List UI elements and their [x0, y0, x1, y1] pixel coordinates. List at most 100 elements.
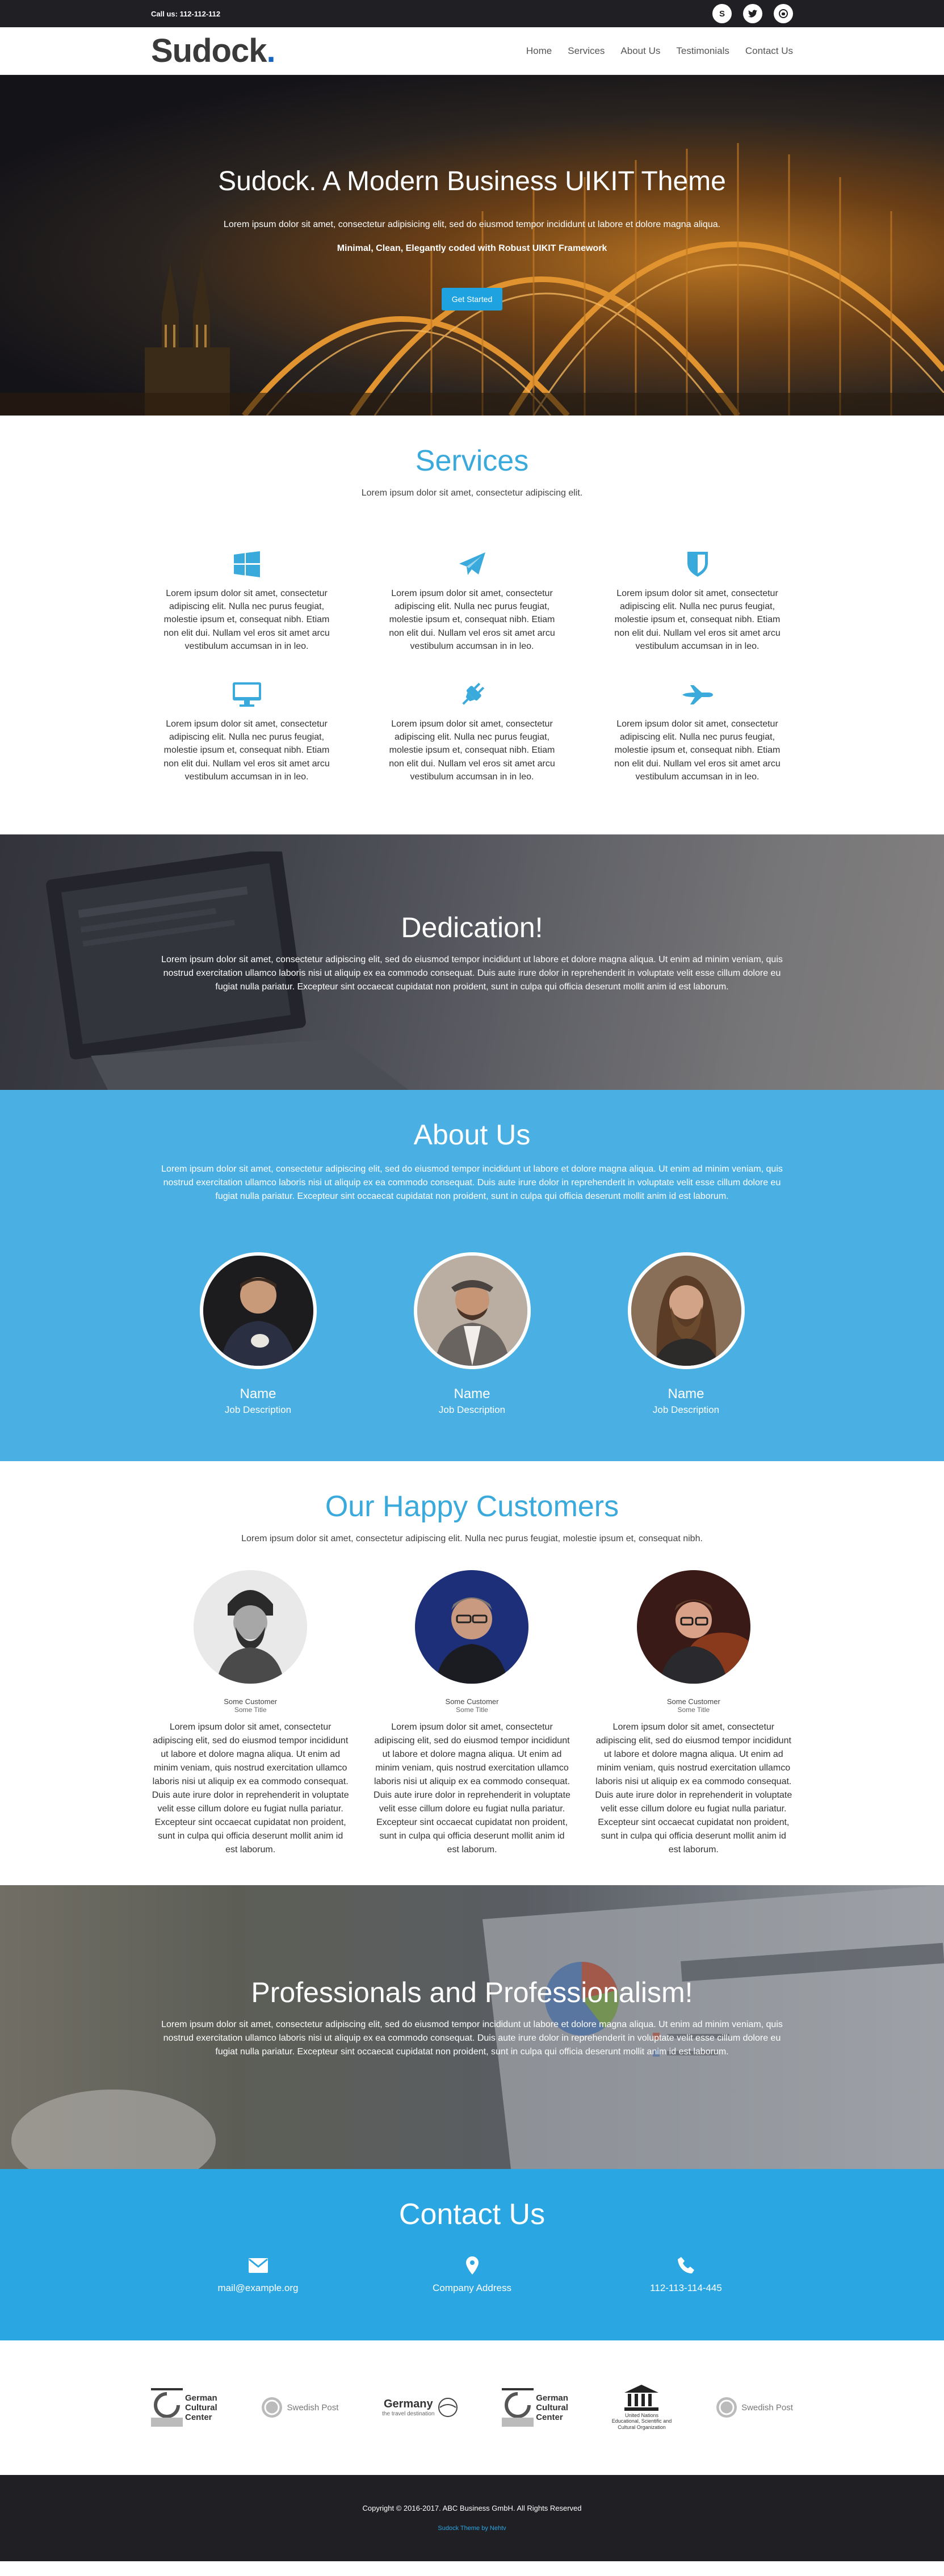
swedish-post-label: Swedish Post [741, 2402, 793, 2413]
main-nav: Home Services About Us Testimonials Cont… [526, 45, 793, 57]
dedication-section: Dedication! Lorem ipsum dolor sit amet, … [0, 834, 944, 1090]
unesco-line: Cultural Organization [618, 2424, 666, 2431]
testimonial-card: Some Customer Some Title Lorem ipsum dol… [594, 1570, 793, 1857]
swedish-post-icon [716, 2397, 737, 2418]
partner-logo-german-cultural-center[interactable]: German Cultural Center [151, 2388, 217, 2427]
service-text: Lorem ipsum dolor sit amet, consectetur … [389, 719, 555, 782]
avatar [636, 1570, 750, 1684]
get-started-button[interactable]: Get Started [441, 288, 503, 311]
envelope-icon [151, 2254, 365, 2277]
partner-logo-swedish-post[interactable]: Swedish Post [715, 2396, 793, 2419]
partner-logo-unesco[interactable]: United Nations Educational, Scientific a… [611, 2384, 672, 2431]
customer-title: Some Title [677, 1705, 710, 1714]
dedication-content: Dedication! Lorem ipsum dolor sit amet, … [151, 911, 793, 994]
footer: Copyright © 2016-2017. ABC Business GmbH… [0, 2474, 944, 2561]
nav-contact[interactable]: Contact Us [745, 45, 793, 57]
service-text: Lorem ipsum dolor sit amet, consectetur … [163, 589, 330, 651]
copyright-text: Copyright © 2016-2017. ABC Business GmbH… [362, 2504, 582, 2513]
contact-title: Contact Us [398, 2197, 546, 2231]
contact-email-value[interactable]: mail@example.org [151, 2283, 365, 2294]
plug-icon [376, 680, 568, 710]
social-links: S [712, 4, 793, 23]
partner-logo-germany[interactable]: Germany the travel destination [382, 2397, 458, 2418]
gcc-line: German [536, 2393, 568, 2403]
partner-logo-swedish-post[interactable]: Swedish Post [261, 2396, 338, 2419]
swedish-post-icon [262, 2397, 283, 2418]
twitter-icon[interactable] [743, 4, 762, 23]
plane-icon [602, 680, 793, 710]
partner-logo-german-cultural-center[interactable]: German Cultural Center [502, 2388, 568, 2427]
gcc-line: Cultural [185, 2402, 217, 2413]
avatar [627, 1252, 745, 1369]
testimonial-text: Lorem ipsum dolor sit amet, consectetur … [595, 1722, 792, 1855]
service-item: Lorem ipsum dolor sit amet, consectetur … [602, 549, 793, 653]
member-name: Name [454, 1386, 490, 1402]
services-grid: Lorem ipsum dolor sit amet, consectetur … [151, 549, 793, 783]
testimonial-card: Some Customer Some Title Lorem ipsum dol… [372, 1570, 571, 1857]
shield-icon [602, 549, 793, 579]
customer-name: Some Customer [445, 1697, 499, 1706]
gcc-logo-mark [502, 2388, 534, 2427]
contact-address: Company Address [365, 2254, 579, 2294]
customer-name: Some Customer [224, 1697, 278, 1706]
theme-credit-link[interactable]: Sudock Theme by Nehtv [438, 2525, 506, 2532]
gcc-logo-mark [151, 2388, 183, 2427]
avatar [194, 1570, 308, 1684]
unesco-line: United Nations [624, 2412, 659, 2418]
member-job: Job Description [438, 1404, 506, 1415]
professionals-text: Lorem ipsum dolor sit amet, consectetur … [161, 2019, 783, 2057]
professionals-section: Professionals and Professionalism! Lorem… [0, 1885, 944, 2169]
avatar [199, 1252, 317, 1369]
contact-grid: mail@example.org Company Address 112-113… [0, 2254, 944, 2294]
member-job: Job Description [652, 1404, 720, 1415]
member-job: Job Description [224, 1404, 292, 1415]
service-text: Lorem ipsum dolor sit amet, consectetur … [614, 719, 781, 782]
gcc-logo-text: German Cultural Center [536, 2393, 568, 2423]
customer-title: Some Title [456, 1705, 488, 1714]
nav-testimonials[interactable]: Testimonials [676, 45, 729, 57]
nav-about[interactable]: About Us [620, 45, 660, 57]
contact-section: Contact Us mail@example.org Company Addr… [0, 2168, 944, 2340]
gcc-line: Center [536, 2413, 563, 2422]
hero-section: Sudock. A Modern Business UIKIT Theme Lo… [0, 75, 944, 416]
dedication-title: Dedication! [401, 911, 543, 943]
brand-name: Sudock [151, 32, 267, 69]
team-member: Name Job Description [579, 1252, 793, 1416]
nav-home[interactable]: Home [526, 45, 552, 57]
avatar [413, 1252, 531, 1369]
brand-logo[interactable]: Sudock. [151, 32, 276, 70]
nav-services[interactable]: Services [568, 45, 605, 57]
service-text: Lorem ipsum dolor sit amet, consectetur … [614, 589, 781, 651]
contact-email: mail@example.org [151, 2254, 365, 2294]
hero-lead: Lorem ipsum dolor sit amet, consectetur … [223, 220, 721, 229]
professionals-title: Professionals and Professionalism! [251, 1976, 693, 2008]
services-subtitle: Lorem ipsum dolor sit amet, consectetur … [361, 488, 583, 498]
testimonial-text: Lorem ipsum dolor sit amet, consectetur … [374, 1722, 570, 1855]
contact-address-value: Company Address [433, 2282, 511, 2293]
member-name: Name [240, 1386, 276, 1402]
about-title: About Us [413, 1118, 531, 1151]
team-grid: Name Job Description Name Job Descriptio… [151, 1252, 793, 1416]
testimonial-card: Some Customer Some Title Lorem ipsum dol… [151, 1570, 350, 1857]
service-item: Lorem ipsum dolor sit amet, consectetur … [151, 549, 342, 653]
dedication-text: Lorem ipsum dolor sit amet, consectetur … [161, 954, 783, 992]
github-icon[interactable] [774, 4, 793, 23]
skype-icon[interactable]: S [712, 4, 732, 23]
customer-name: Some Customer [666, 1697, 720, 1706]
gcc-line: German [185, 2393, 217, 2403]
phone-icon [579, 2254, 793, 2277]
gcc-logo-text: German Cultural Center [185, 2393, 217, 2423]
testimonials-grid: Some Customer Some Title Lorem ipsum dol… [151, 1570, 793, 1857]
customer-title: Some Title [234, 1705, 267, 1714]
germany-globe-icon [438, 2398, 458, 2418]
hero-content: Sudock. A Modern Business UIKIT Theme Lo… [0, 166, 944, 311]
desktop-icon [151, 680, 342, 710]
germany-title: Germany [383, 2398, 433, 2411]
avatar [415, 1570, 529, 1684]
about-text: Lorem ipsum dolor sit amet, consectetur … [161, 1164, 783, 1201]
hero-tagline: Minimal, Clean, Elegantly coded with Rob… [337, 244, 607, 253]
unesco-line: Educational, Scientific and [611, 2418, 672, 2424]
customers-title: Our Happy Customers [325, 1490, 619, 1523]
contact-phone-value[interactable]: 112-113-114-445 [579, 2283, 793, 2294]
service-item: Lorem ipsum dolor sit amet, consectetur … [376, 680, 568, 783]
